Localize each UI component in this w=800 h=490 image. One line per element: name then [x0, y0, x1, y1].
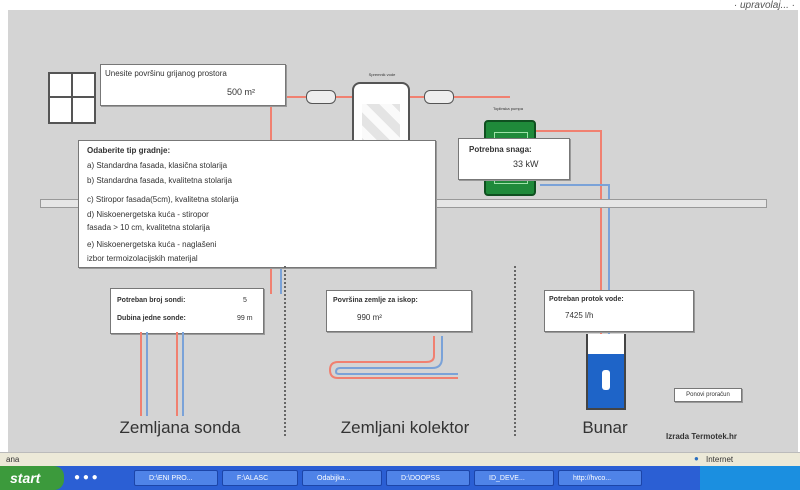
building-type-option[interactable]: a) Standardna fasada, klasična stolarija: [87, 161, 227, 170]
valve-icon: [306, 90, 336, 104]
building-type-option[interactable]: b) Standardna fasada, kvalitetna stolari…: [87, 176, 232, 185]
probe-pipe-cold: [146, 332, 148, 416]
building-type-option[interactable]: c) Stiropor fasada(5cm), kvalitetna stol…: [87, 195, 239, 204]
start-button[interactable]: start: [0, 466, 64, 490]
probe-pipe-hot: [176, 332, 178, 416]
probes-box: Potreban broj sondi: 5 Dubina jedne sond…: [110, 288, 264, 334]
building-type-box[interactable]: Odaberite tip gradnje: a) Standardna fas…: [78, 140, 436, 268]
building-type-option[interactable]: d) Niskoenergetska kuća - stiropor: [87, 210, 209, 219]
area-value[interactable]: 500 m²: [227, 87, 255, 97]
system-tray[interactable]: [700, 466, 800, 490]
area-label: Unesite površinu grijanog prostora: [105, 69, 227, 78]
section-divider: [284, 266, 286, 436]
building-type-option[interactable]: e) Niskoenergetska kuća - naglašeni: [87, 240, 216, 249]
taskbar-button[interactable]: D:\DOOPSS: [386, 470, 470, 486]
zone-text: Internet: [706, 455, 734, 464]
globe-icon: ●: [694, 454, 699, 463]
area-input-box[interactable]: Unesite površinu grijanog prostora 500 m…: [100, 64, 286, 106]
collector-value: 990 m²: [357, 313, 382, 322]
valve-icon: [424, 90, 454, 104]
credit-text: Izrada Termotek.hr: [666, 432, 737, 441]
probes-count-label: Potreban broj sondi:: [117, 297, 186, 304]
taskbar-button[interactable]: Odabijka...: [302, 470, 382, 486]
building-type-title: Odaberite tip gradnje:: [87, 146, 171, 155]
window-icon: [48, 72, 96, 124]
heat-pump-label: Toplinska pumpa: [492, 106, 524, 111]
section-label-probe: Zemljana sonda: [119, 418, 241, 437]
probe-pipe-cold: [182, 332, 184, 416]
recalculate-button[interactable]: Ponovi proračun: [674, 388, 742, 402]
taskbar-button[interactable]: http://hvco...: [558, 470, 642, 486]
collector-label: Površina zemlje za iskop:: [333, 297, 418, 304]
taskbar-button[interactable]: ID_DEVE...: [474, 470, 554, 486]
storage-tank-label: Spremnik vode: [368, 72, 396, 77]
collector-loop-icon: [328, 336, 458, 379]
water-value: 7425 l/h: [565, 311, 594, 320]
building-type-option-cont[interactable]: fasada > 10 cm, kvalitetna stolarija: [87, 223, 210, 232]
power-box: Potrebna snaga: 33 kW: [458, 138, 570, 180]
quick-launch-icons[interactable]: ● ● ●: [74, 472, 130, 484]
taskbar-button[interactable]: F:\ALASC: [222, 470, 298, 486]
probe-pipe-hot: [140, 332, 142, 416]
probes-count-value: 5: [243, 297, 247, 304]
well-icon: [586, 334, 626, 410]
section-label-well: Bunar: [582, 418, 628, 437]
water-label: Potreban protok vode:: [549, 296, 624, 303]
taskbar-button[interactable]: D:\ENI PRO...: [134, 470, 218, 486]
section-divider: [514, 266, 516, 436]
status-text: ana: [6, 455, 20, 464]
probes-depth-label: Dubina jedne sonde:: [117, 315, 186, 322]
section-label-collector: Zemljani kolektor: [340, 418, 470, 437]
power-label: Potrebna snaga:: [469, 145, 532, 154]
building-type-option-cont[interactable]: izbor termoizolacijskih materijal: [87, 254, 198, 263]
browser-status-bar: ana ● Internet: [0, 452, 800, 467]
power-value: 33 kW: [513, 159, 539, 169]
pipe-cold-right: [540, 184, 610, 186]
probes-depth-value: 99 m: [237, 315, 253, 322]
water-box: Potreban protok vode: 7425 l/h: [544, 290, 694, 332]
collector-box: Površina zemlje za iskop: 990 m²: [326, 290, 472, 332]
